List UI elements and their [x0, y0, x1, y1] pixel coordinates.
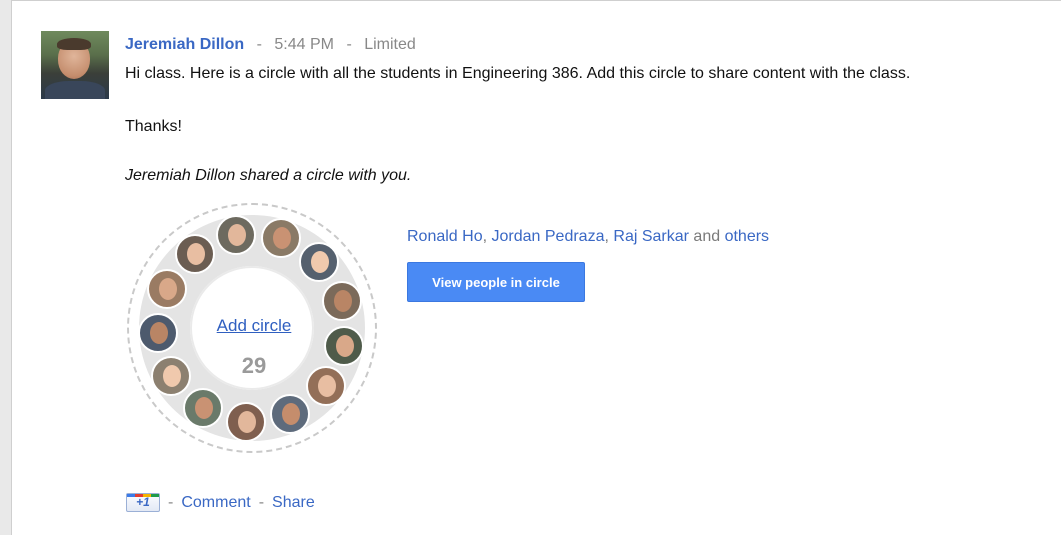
- person-link[interactable]: Raj Sarkar: [613, 228, 689, 245]
- member-face: [194, 397, 213, 420]
- avatar-hair: [57, 38, 91, 50]
- post-message: Hi class. Here is a circle with all the …: [125, 65, 911, 82]
- shared-circle[interactable]: Add circle 29: [127, 203, 381, 457]
- post-thanks: Thanks!: [125, 118, 182, 135]
- and-text: and: [693, 228, 721, 245]
- member-face: [227, 224, 246, 247]
- comma: ,: [482, 228, 488, 245]
- circle-member-count: 29: [241, 353, 267, 378]
- avatar-shirt: [45, 81, 105, 99]
- circle-member-avatar: [270, 393, 310, 434]
- post-actions: +1 - Comment - Share: [126, 493, 315, 512]
- post-meta: Jeremiah Dillon - 5:44 PM - Limited: [125, 36, 416, 54]
- shared-circle-note: Jeremiah Dillon shared a circle with you…: [125, 167, 412, 184]
- circle-member-avatar: [260, 218, 301, 259]
- author-name[interactable]: Jeremiah Dillon: [125, 36, 244, 53]
- person-link[interactable]: Jordan Pedraza: [492, 228, 605, 245]
- circle-member-avatar: [298, 241, 339, 282]
- circle-member-avatar: [225, 401, 266, 442]
- person-link[interactable]: Ronald Ho: [407, 228, 483, 245]
- member-face: [158, 277, 177, 300]
- member-face: [186, 242, 205, 265]
- plus-one-button[interactable]: +1: [126, 493, 160, 512]
- meta-separator: -: [256, 36, 262, 53]
- circle-member-avatar: [215, 215, 256, 256]
- member-face: [282, 402, 300, 425]
- view-people-button[interactable]: View people in circle: [407, 262, 585, 302]
- member-face: [333, 289, 352, 312]
- circle-member-avatar: [182, 388, 223, 429]
- circle-member-avatar: [146, 268, 187, 309]
- member-face: [310, 250, 329, 273]
- add-circle-link[interactable]: Add circle: [127, 316, 381, 336]
- others-link[interactable]: others: [725, 228, 769, 245]
- member-face: [237, 410, 256, 433]
- share-link[interactable]: Share: [272, 494, 315, 512]
- circle-people-list: Ronald Ho, Jordan Pedraza, Raj Sarkar an…: [407, 228, 769, 246]
- comment-link[interactable]: Comment: [181, 494, 250, 512]
- member-face: [272, 227, 291, 250]
- post-time[interactable]: 5:44 PM: [274, 36, 334, 53]
- author-avatar[interactable]: [41, 31, 109, 99]
- visibility-label[interactable]: Limited: [364, 36, 416, 53]
- circle-member-avatar: [321, 280, 362, 321]
- circle-member-avatar: [174, 233, 215, 274]
- meta-separator: -: [346, 36, 352, 53]
- action-separator: -: [168, 493, 174, 511]
- action-separator: -: [258, 493, 265, 511]
- comma: ,: [604, 228, 609, 245]
